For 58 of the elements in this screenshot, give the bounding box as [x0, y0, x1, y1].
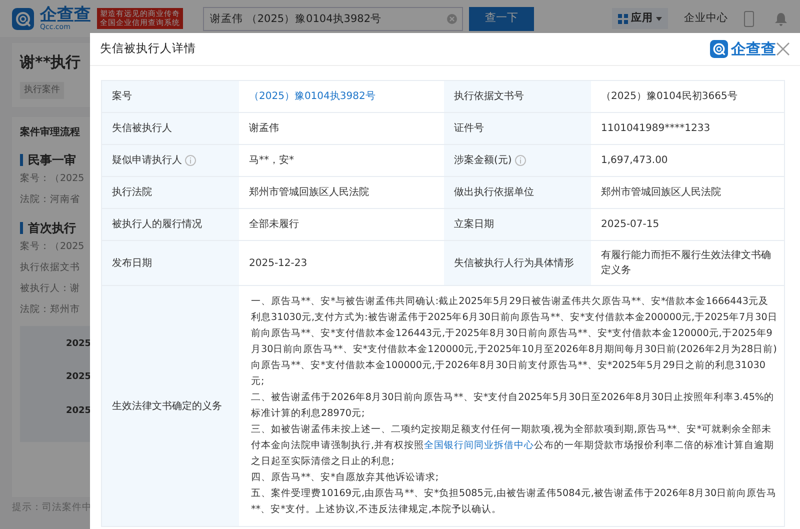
field-label: 执行依据文书号: [454, 90, 524, 104]
logo-icon: [710, 40, 728, 58]
tag: 执行案件: [20, 82, 64, 99]
obligation-text: 二、被告谢孟伟于2026年8月30日前向原告马**、安*支付自2025年5月30日至2026年8月30日止按照年利率3.45%的标准计算的利息28970元;: [251, 391, 776, 421]
detail-text: 被执行人：谢: [20, 282, 81, 296]
close-icon[interactable]: [776, 42, 790, 56]
field-label: 发布日期: [112, 256, 152, 270]
field-label: 证件号: [454, 122, 484, 136]
field-label: 疑似申请执行人: [112, 154, 182, 168]
detail-text: 执行依据文书: [20, 260, 81, 275]
detail-text: 案号：（2025: [20, 172, 86, 186]
menu-link[interactable]: 企业中心: [684, 10, 728, 26]
clear-icon: [447, 14, 457, 24]
field-value: 1101041989****1233: [601, 122, 710, 136]
page-title: 谢**执行: [20, 52, 82, 73]
field-value: 郑州市管城回族区人民法院: [601, 186, 721, 200]
field-value: 郑州市管城回族区人民法院: [249, 186, 369, 200]
field-label: 执行法院: [112, 186, 152, 200]
bell-icon: [774, 12, 788, 26]
detail-text: 法院：郑州市: [20, 303, 81, 318]
timeline-date: 2025: [66, 371, 90, 384]
logo-text: 企查查: [40, 6, 91, 24]
field-label: 做出执行依据单位: [454, 186, 534, 200]
field-value: 有履行能力而拒不履行生效法律文书确定义务: [601, 248, 772, 278]
field-label: 案号: [112, 90, 132, 104]
logo-text: 企查查: [731, 42, 776, 56]
search-button[interactable]: 查一下: [469, 6, 534, 30]
timeline-date: 2025: [66, 404, 90, 418]
obligation-text: 四、原告马**、安*自愿放弃其他诉讼请求;: [251, 471, 440, 485]
apps-menu[interactable]: 应用: [612, 8, 668, 30]
search-field[interactable]: 谢孟伟 （2025）豫0104执3982号: [203, 6, 463, 30]
field-label: 涉案金额(元): [454, 154, 512, 168]
modal-title: 失信被执行人详情: [100, 40, 196, 58]
field-value: 谢孟伟: [249, 122, 279, 136]
field-value: 2025-12-23: [249, 256, 308, 270]
logo-icon: [12, 8, 34, 30]
section-title: 案件审理流程: [20, 125, 81, 140]
field-label: 被执行人的履行情况: [112, 218, 202, 232]
obligation-text: 一、原告马**、安*与被告谢孟伟共同确认:截止2025年5月29日被告谢孟伟共欠原告马**、安*借款本金1666443元及利息31030元,支付方式为:被告谢孟伟于2025年6月30日前向原告马**、安*支付借款本金200000元,于2025年7月30日前向原告马**、安*支付借款本金126443元,于2025年8月30日前向原告马**、安*支付借款本金120000元,于2025年9月30日前向原告马**、安*支付借款本金120000元,于2025年10月至2026年8月期间每月30日前(2026年2月为28日前)向原告马**、安*支付借款本金100000元,于2026年8月30日前支付原告马**、安*2025年5月29日之前的利息31030元;: [251, 295, 778, 389]
field-value: 2025-07-15: [601, 218, 660, 232]
detail-text: 法院：河南省: [20, 193, 81, 208]
field-label: 失信被执行人: [112, 122, 172, 136]
text-link[interactable]: 全国银行间同业拆借中心: [424, 440, 534, 451]
field-value: 马**，安*: [249, 154, 294, 168]
field-label: 立案日期: [454, 218, 494, 232]
timeline-date: 2025: [66, 338, 90, 350]
caret-icon: [656, 16, 662, 20]
field-label: 生效法律文书确定的义务: [112, 400, 222, 414]
phone-icon: [744, 10, 754, 26]
grid-icon: [618, 14, 628, 24]
obligation-text: 三、如被告谢孟伟未按上述一、二项约定按期足额支付任何一期款项,视为全部款项到期,原告马**、安*可就剩余全部未付本金向法院申请强制执行,并有权按照全国银行间同业拆借中心公布的一年期贷款市场报价利率二倍的标准计算自逾期之日起至实际清偿之日止的利息;: [251, 423, 776, 469]
case-number-link[interactable]: （2025）豫0104执3982号: [249, 89, 376, 104]
field-value: 1,697,473.00: [601, 154, 668, 168]
obligation-text: 五、案件受理费10169元,由原告马**、安*负担5085元,由被告谢孟伟5084元,被告谢孟伟于2026年8月30日前向原告马**、安*支付。上述协议,不违反法律规定,本院予以确认。: [251, 487, 778, 517]
field-label: 失信被执行人行为具体情形: [454, 256, 574, 270]
detail-text: 案号：（2025: [20, 240, 86, 254]
field-value: （2025）豫0104民初3665号: [601, 90, 738, 104]
field-value: 全部未履行: [249, 218, 299, 232]
